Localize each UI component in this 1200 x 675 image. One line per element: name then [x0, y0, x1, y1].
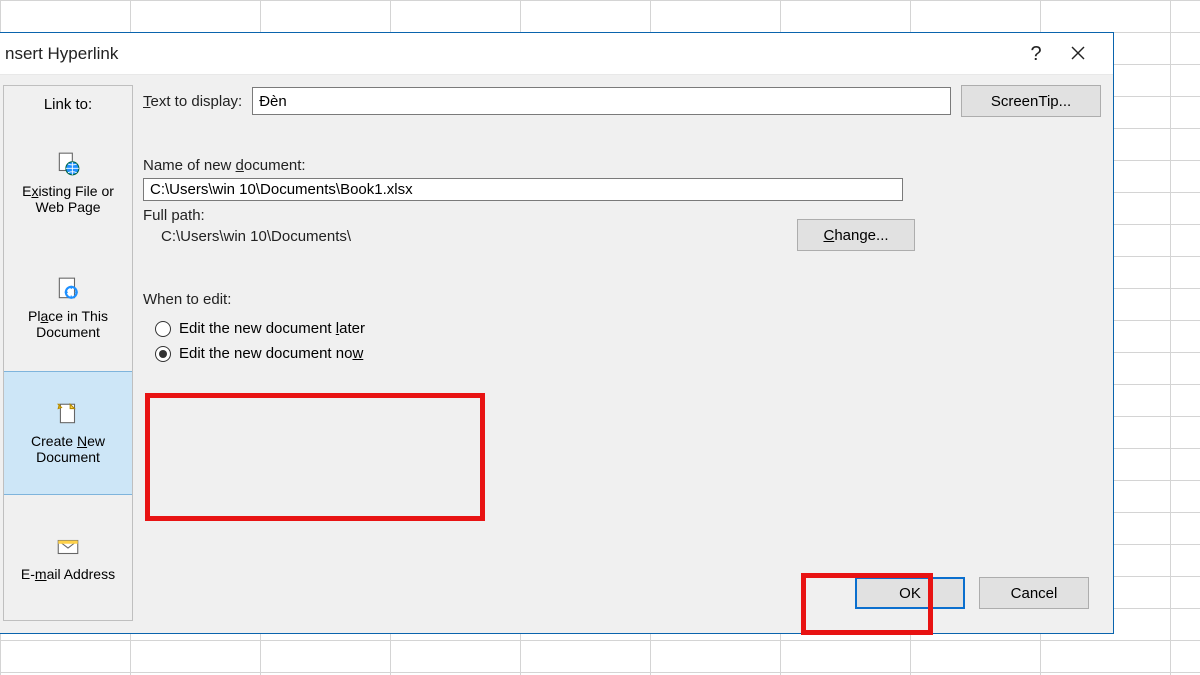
- new-document-icon: [55, 401, 81, 427]
- sidebar-item-label: Create New Document: [8, 433, 128, 465]
- radio-icon: [155, 321, 171, 337]
- sidebar-item-place-in-doc[interactable]: Place in This Document: [4, 246, 132, 371]
- sidebar-item-label: Place in This Document: [8, 308, 128, 340]
- name-of-document-input[interactable]: [143, 178, 903, 201]
- text-to-display-label: Text to display:: [143, 93, 242, 110]
- sidebar-item-create-new[interactable]: Create New Document: [4, 371, 132, 496]
- cancel-button[interactable]: Cancel: [979, 577, 1089, 609]
- help-button[interactable]: ?: [1015, 33, 1057, 75]
- ok-button[interactable]: OK: [855, 577, 965, 609]
- name-of-document-label: Name of new document:: [143, 157, 1101, 174]
- email-icon: [55, 534, 81, 560]
- main-panel: Text to display: ScreenTip... Name of ne…: [143, 85, 1101, 621]
- radio-edit-now[interactable]: Edit the new document now: [143, 341, 1101, 366]
- text-to-display-input[interactable]: [252, 87, 951, 115]
- link-to-header: Link to:: [4, 86, 132, 121]
- when-to-edit-group: When to edit: Edit the new document late…: [143, 291, 1101, 366]
- dialog-body: Link to: Existing File or Web Page Place…: [0, 75, 1113, 633]
- radio-label: Edit the new document later: [179, 320, 365, 337]
- sidebar-item-existing-file[interactable]: Existing File or Web Page: [4, 121, 132, 246]
- insert-hyperlink-dialog: nsert Hyperlink ? Link to: Existing File…: [0, 32, 1114, 634]
- globe-file-icon: [55, 151, 81, 177]
- close-icon: [1071, 46, 1085, 60]
- dialog-title: nsert Hyperlink: [5, 44, 1015, 64]
- radio-label: Edit the new document now: [179, 345, 363, 362]
- dialog-footer: OK Cancel: [855, 577, 1089, 609]
- sidebar-item-label: Existing File or Web Page: [8, 183, 128, 215]
- change-path-button[interactable]: Change...: [797, 219, 915, 251]
- close-button[interactable]: [1057, 33, 1099, 75]
- text-to-display-row: Text to display: ScreenTip...: [143, 85, 1101, 117]
- radio-edit-later[interactable]: Edit the new document later: [143, 316, 1101, 341]
- name-of-document-section: Name of new document:: [143, 157, 1101, 201]
- titlebar: nsert Hyperlink ?: [0, 33, 1113, 75]
- sidebar-item-label: E-mail Address: [21, 566, 115, 582]
- link-to-sidebar: Link to: Existing File or Web Page Place…: [3, 85, 133, 621]
- sidebar-item-email[interactable]: E-mail Address: [4, 495, 132, 620]
- screentip-button[interactable]: ScreenTip...: [961, 85, 1101, 117]
- document-target-icon: [55, 276, 81, 302]
- when-to-edit-label: When to edit:: [143, 291, 1101, 308]
- radio-icon: [155, 346, 171, 362]
